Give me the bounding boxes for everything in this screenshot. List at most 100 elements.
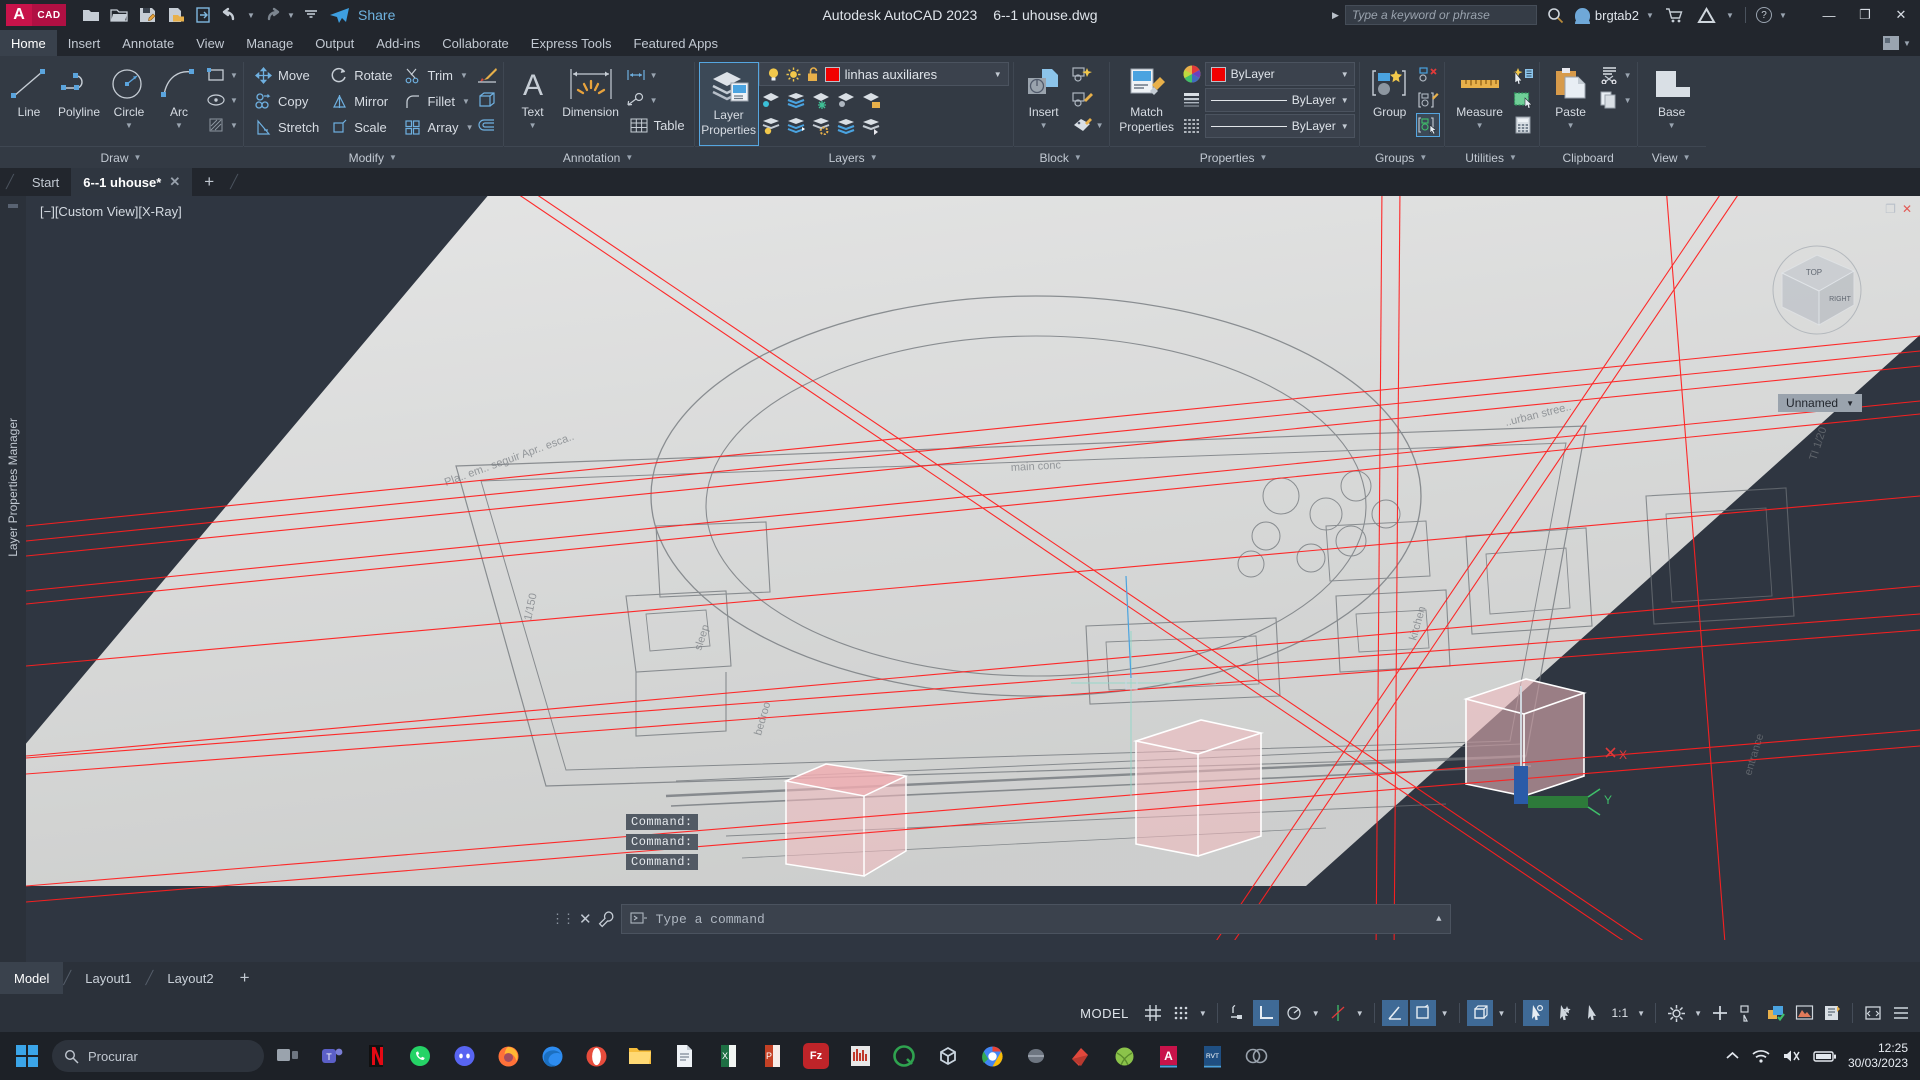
panel-label-block[interactable]: Block ▼ [1013,146,1109,168]
base-button[interactable]: Base ▼ [1642,60,1702,130]
ellipse-icon[interactable] [204,88,228,112]
text-button[interactable]: A Text ▼ [508,60,558,130]
stretch-button[interactable]: Stretch [248,115,324,140]
drawing-tab-start[interactable]: Start [20,168,71,196]
panel-label-layers[interactable]: Layers ▼ [694,146,1013,168]
view-cube[interactable]: TOP RIGHT [1770,241,1865,336]
user-dropdown-icon[interactable]: ▼ [1645,11,1655,20]
ungroup-icon[interactable] [1416,63,1440,87]
arc-button[interactable]: Arc ▼ [154,60,204,130]
hardware-acceleration-icon[interactable] [1791,1000,1817,1026]
snap-mode-icon[interactable] [1168,1000,1194,1026]
ribbon-tab-express-tools[interactable]: Express Tools [520,30,623,56]
panel-label-view[interactable]: View ▼ [1637,146,1706,168]
ribbon-tab-output[interactable]: Output [304,30,365,56]
new-drawing-tab-button[interactable]: + [192,168,226,196]
ortho-mode-icon[interactable] [1252,1000,1279,1026]
infer-constraints-icon[interactable] [1225,1000,1251,1026]
layer-unlock-icon[interactable] [806,66,820,82]
mouse-software-icon[interactable] [1016,1036,1056,1076]
autodesk-a-logo-icon[interactable]: A [6,4,32,26]
cad-logo-icon[interactable]: CAD [32,4,66,26]
search-expand-icon[interactable]: ▶ [1332,10,1339,21]
help-icon[interactable]: ? [1756,7,1772,23]
model-space-button[interactable]: MODEL [1071,1002,1138,1025]
ribbon-tab-insert[interactable]: Insert [57,30,112,56]
panel-label-groups[interactable]: Groups ▼ [1359,146,1444,168]
define-attributes-dropdown-icon[interactable]: ▼ [1095,121,1105,130]
copy-button[interactable]: Copy [248,89,324,114]
share-icon[interactable] [326,3,352,27]
infocenter-search-input[interactable]: Type a keyword or phrase [1344,5,1537,25]
open-folder-icon[interactable] [106,3,132,27]
group-button[interactable]: Group [1364,60,1416,119]
quick-calc-area-icon[interactable] [1511,88,1535,112]
qbittorrent-icon[interactable] [884,1036,924,1076]
3d-object-snap-icon[interactable] [1551,1000,1577,1026]
mirror-button[interactable]: Mirror [324,89,397,114]
layout-tab-layout2[interactable]: Layout2 [153,962,227,994]
ribbon-tab-collaborate[interactable]: Collaborate [431,30,520,56]
3d-viewer-icon[interactable] [1236,1036,1276,1076]
layer-color-swatch-icon[interactable] [824,66,840,82]
teams-icon[interactable]: T [312,1036,352,1076]
leader-icon[interactable] [624,88,648,112]
ribbon-minimize-icon[interactable] [1883,36,1899,50]
panel-label-properties[interactable]: Properties ▼ [1109,146,1359,168]
annotation-scale-dropdown-icon[interactable]: ▼ [1634,1009,1648,1018]
selection-cycling-icon[interactable] [1523,1000,1550,1026]
paste-button[interactable]: Paste ▼ [1544,60,1598,130]
base-dropdown-icon[interactable]: ▼ [1667,121,1677,130]
trim-dropdown-icon[interactable]: ▼ [459,71,469,80]
trim-button[interactable]: Trim [398,63,459,88]
minimize-button[interactable]: — [1814,1,1844,29]
fillet-button[interactable]: Fillet [398,89,460,114]
line-button[interactable]: Line [4,60,54,119]
ribbon-tab-addins[interactable]: Add-ins [365,30,431,56]
dimension-button[interactable]: Dimension [558,60,624,119]
layer-off-icon[interactable] [834,88,858,112]
ball-icon[interactable] [1104,1036,1144,1076]
ribbon-tab-featured-apps[interactable]: Featured Apps [622,30,729,56]
move-button[interactable]: Move [248,63,324,88]
viewport-close-icon[interactable]: ✕ [1902,202,1912,216]
task-view-icon[interactable] [268,1036,308,1076]
layer-freeze-icon[interactable] [809,88,833,112]
layer-dropdown-arrow-icon[interactable]: ▼ [994,70,1002,79]
rail-grip-icon[interactable] [8,204,18,208]
autodesk-app-store-cart-icon[interactable] [1661,3,1687,27]
maximize-button[interactable]: ❐ [1850,1,1880,29]
layer-thaw-all-icon[interactable] [784,114,808,138]
customization-plus-icon[interactable] [1707,1000,1733,1026]
powerpoint-icon[interactable]: P [752,1036,792,1076]
insert-block-button[interactable]: Insert ▼ [1018,60,1070,130]
transparency-icon[interactable] [1466,1000,1493,1026]
battery-icon[interactable] [1813,1049,1837,1063]
undo-icon[interactable] [218,3,244,27]
edit-block-icon[interactable] [1070,88,1094,112]
ribbon-tab-view[interactable]: View [185,30,235,56]
drawing-tab-uhouse[interactable]: 6--1 uhouse* ✕ [71,168,193,196]
snap-mode-dropdown-icon[interactable]: ▼ [1196,1009,1210,1018]
viewport-controls-label[interactable]: [−][Custom View][X-Ray] [40,204,182,219]
discord-icon[interactable] [444,1036,484,1076]
redo-icon[interactable] [258,3,284,27]
panel-label-draw[interactable]: Draw ▼ [0,146,243,168]
linetype-dropdown[interactable]: ByLayer ▼ [1204,114,1355,138]
rotate-button[interactable]: Rotate [324,63,397,88]
table-button[interactable]: Table [624,113,690,138]
layer-isolate-icon[interactable] [759,88,783,112]
insert-dropdown-icon[interactable]: ▼ [1039,121,1049,130]
circle-dropdown-icon[interactable]: ▼ [124,121,134,130]
ribbon-minimize-dropdown-icon[interactable]: ▼ [1902,39,1912,48]
status-bar-menu-icon[interactable] [1888,1000,1914,1026]
layer-unisolate-icon[interactable] [784,88,808,112]
rectangle-icon[interactable] [204,63,228,87]
layer-lock-icon[interactable] [859,88,883,112]
excel-icon[interactable]: X [708,1036,748,1076]
match-properties-button[interactable]: Match Properties [1114,60,1180,134]
layer-change-to-current-icon[interactable] [834,114,858,138]
workspace-switching-dropdown-icon[interactable]: ▼ [1691,1009,1705,1018]
text-dropdown-icon[interactable]: ▼ [528,121,538,130]
volume-icon[interactable] [1782,1048,1802,1064]
